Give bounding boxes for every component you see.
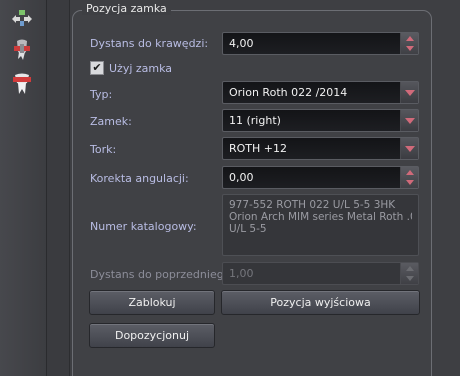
increment-arrow-icon[interactable] xyxy=(406,266,414,271)
decrement-arrow-icon[interactable] xyxy=(406,276,414,281)
teeth-arrows-icon[interactable] xyxy=(8,4,36,32)
distance-to-edge-label: Dystans do krawędzi: xyxy=(90,37,209,50)
catalog-number-label: Numer katalogowy: xyxy=(90,220,197,233)
distance-to-edge-stepper[interactable] xyxy=(400,33,418,54)
angulation-value: 0,00 xyxy=(229,171,254,184)
angulation-label: Korekta angulacji: xyxy=(90,172,189,185)
catalog-number-text: 977-552 ROTH 022 U/L 5-5 3HK Orion Arch … xyxy=(222,194,419,256)
distance-to-edge-value: 4,00 xyxy=(229,37,254,50)
use-lock-checkbox[interactable]: ✔ xyxy=(90,61,104,75)
side-gutter xyxy=(47,0,70,376)
type-value: Orion Roth 022 /2014 xyxy=(229,86,348,99)
catalog-line: U/L 5-5 xyxy=(229,223,267,235)
distance-prev-spinbox[interactable]: 1,00 xyxy=(222,262,419,285)
angulation-stepper[interactable] xyxy=(400,167,418,188)
tooth-tool-icon[interactable] xyxy=(8,36,36,64)
lock-combobox[interactable]: 11 (right) xyxy=(222,109,419,132)
decrement-arrow-icon[interactable] xyxy=(406,46,414,51)
type-label: Typ: xyxy=(90,88,113,101)
torque-value: ROTH +12 xyxy=(229,142,288,155)
bracket-tool-icon[interactable] xyxy=(8,70,36,98)
angulation-spinbox[interactable]: 0,00 xyxy=(222,166,419,189)
group-title: Pozycja zamka xyxy=(82,2,171,15)
distance-to-edge-spinbox[interactable]: 4,00 xyxy=(222,32,419,55)
torque-combobox[interactable]: ROTH +12 xyxy=(222,137,419,160)
chevron-down-icon[interactable] xyxy=(400,82,418,103)
catalog-line: 977-552 ROTH 022 U/L 5-5 3HK xyxy=(229,199,396,211)
home-position-button[interactable]: Pozycja wyjściowa xyxy=(221,290,420,315)
distance-prev-stepper[interactable] xyxy=(400,263,418,284)
torque-label: Tork: xyxy=(90,143,117,156)
chevron-down-icon[interactable] xyxy=(400,138,418,159)
decrement-arrow-icon[interactable] xyxy=(406,180,414,185)
catalog-line: Orion Arch MIM series Metal Roth .022 xyxy=(229,211,412,223)
lock-value: 11 (right) xyxy=(229,114,281,127)
distance-prev-label: Dystans do poprzedniego: xyxy=(90,268,235,281)
reposition-button[interactable]: Dopozycjonuj xyxy=(89,323,215,348)
chevron-down-icon[interactable] xyxy=(400,110,418,131)
increment-arrow-icon[interactable] xyxy=(406,170,414,175)
lock-button[interactable]: Zablokuj xyxy=(89,290,215,315)
left-toolbar xyxy=(0,0,47,376)
increment-arrow-icon[interactable] xyxy=(406,36,414,41)
distance-prev-value: 1,00 xyxy=(229,267,254,280)
type-combobox[interactable]: Orion Roth 022 /2014 xyxy=(222,81,419,104)
use-lock-label[interactable]: Użyj zamka xyxy=(109,62,172,75)
lock-label: Zamek: xyxy=(90,115,132,128)
